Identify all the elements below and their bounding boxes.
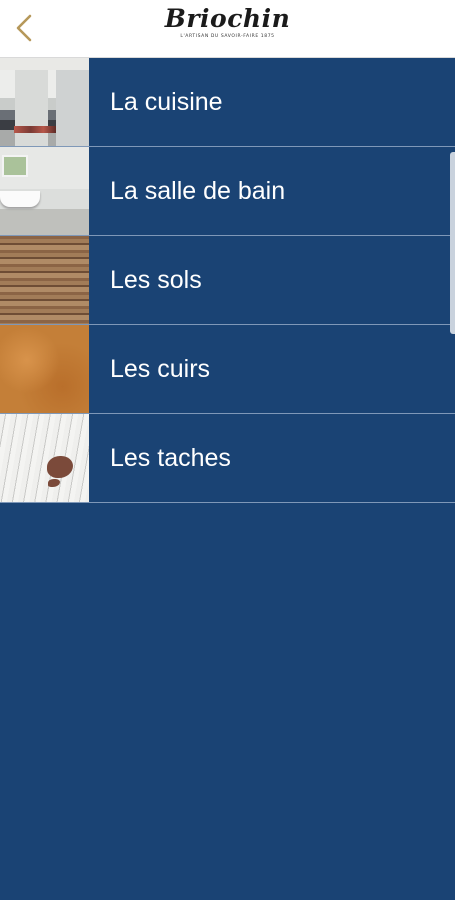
kitchen-thumbnail bbox=[0, 58, 89, 146]
list-item-label: Les sols bbox=[89, 236, 455, 324]
list-item-label: La salle de bain bbox=[89, 147, 455, 235]
scrollbar[interactable] bbox=[450, 152, 455, 334]
app-header: Briochin L'ARTISAN DU SAVOIR-FAIRE 1875 bbox=[0, 0, 455, 58]
brand-logo: Briochin L'ARTISAN DU SAVOIR-FAIRE 1875 bbox=[0, 4, 455, 40]
list-item-leather[interactable]: Les cuirs bbox=[0, 325, 455, 414]
stain-thumbnail bbox=[0, 414, 89, 502]
list-item-stains[interactable]: Les taches bbox=[0, 414, 455, 503]
list-item-bathroom[interactable]: La salle de bain bbox=[0, 147, 455, 236]
list-item-label: Les cuirs bbox=[89, 325, 455, 413]
logo-tagline: L'ARTISAN DU SAVOIR-FAIRE 1875 bbox=[180, 34, 275, 39]
list-item-label: Les taches bbox=[89, 414, 455, 502]
bathroom-thumbnail bbox=[0, 147, 89, 235]
list-item-kitchen[interactable]: La cuisine bbox=[0, 58, 455, 147]
wood-floor-thumbnail bbox=[0, 236, 89, 324]
list-item-label: La cuisine bbox=[89, 58, 455, 146]
logo-wordmark: Briochin bbox=[164, 4, 291, 33]
leather-thumbnail bbox=[0, 325, 89, 413]
list-item-floors[interactable]: Les sols bbox=[0, 236, 455, 325]
category-list: La cuisine La salle de bain Les sols Les… bbox=[0, 58, 455, 503]
